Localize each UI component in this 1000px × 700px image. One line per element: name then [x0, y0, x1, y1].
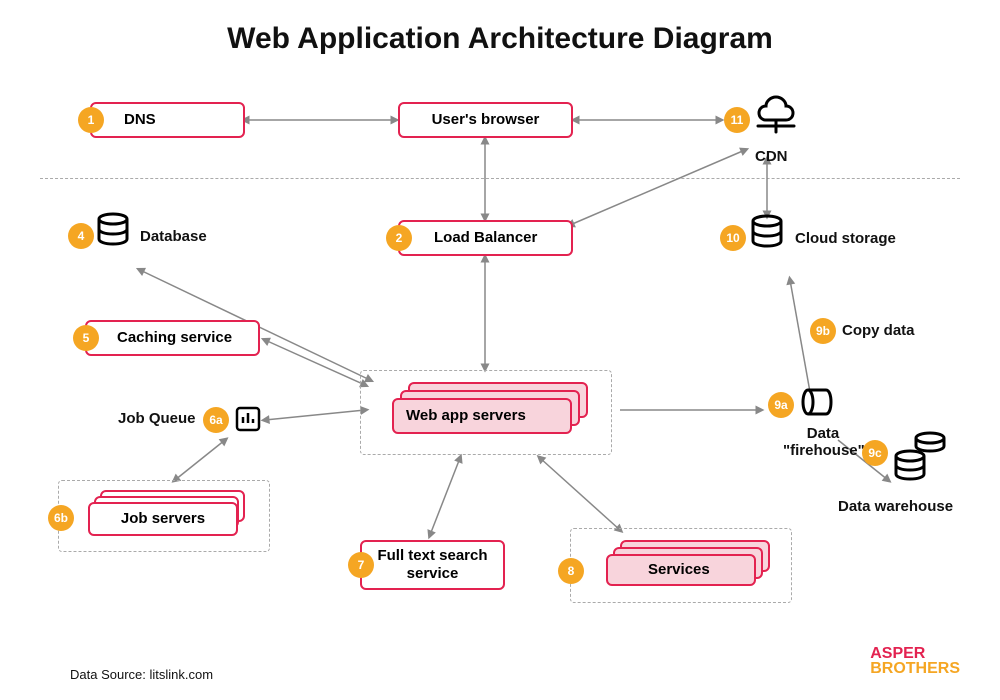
browser-node: User's browser [398, 102, 573, 138]
fts-node: Full text search service [360, 540, 505, 590]
jobq-label: Job Queue [118, 410, 196, 427]
asper-logo: ASPER BROTHERS [870, 646, 960, 676]
lb-label: Load Balancer [434, 229, 537, 247]
data-source: Data Source: litslink.com [70, 667, 213, 682]
services-label: Services [648, 561, 710, 578]
badge-4: 4 [68, 223, 94, 249]
badge-10: 10 [720, 225, 746, 251]
jobq-icon [234, 405, 262, 438]
cdn-icon [752, 92, 800, 141]
firehose-icon [800, 386, 836, 423]
badge-9c: 9c [862, 440, 888, 466]
database-icon [96, 212, 130, 257]
dw-icon [890, 428, 950, 493]
badge-2: 2 [386, 225, 412, 251]
firehose-label: Data "firehouse" [783, 425, 863, 459]
badge-9b: 9b [810, 318, 836, 344]
cloud-storage-label: Cloud storage [795, 230, 896, 247]
dns-label: DNS [124, 111, 156, 129]
jobservers-label-box: Job servers [88, 502, 238, 536]
badge-6a: 6a [203, 407, 229, 433]
cache-label: Caching service [117, 329, 232, 347]
database-label: Database [140, 228, 207, 245]
copy-label: Copy data [842, 322, 915, 339]
lb-node: Load Balancer [398, 220, 573, 256]
badge-11: 11 [724, 107, 750, 133]
webapp-label: Web app servers [406, 407, 526, 424]
badge-9a: 9a [768, 392, 794, 418]
dw-label: Data warehouse [838, 498, 953, 515]
diagram-canvas: DNS 1 User's browser 11 CDN Load Balance… [0, 0, 1000, 700]
browser-label: User's browser [432, 111, 540, 129]
dns-node: DNS [90, 102, 245, 138]
badge-8: 8 [558, 558, 584, 584]
cloud-storage-icon [750, 214, 784, 259]
badge-5: 5 [73, 325, 99, 351]
cdn-label: CDN [755, 148, 788, 165]
cache-node: Caching service [85, 320, 260, 356]
badge-7: 7 [348, 552, 374, 578]
fts-label: Full text search service [368, 547, 497, 583]
badge-6b: 6b [48, 505, 74, 531]
badge-1: 1 [78, 107, 104, 133]
